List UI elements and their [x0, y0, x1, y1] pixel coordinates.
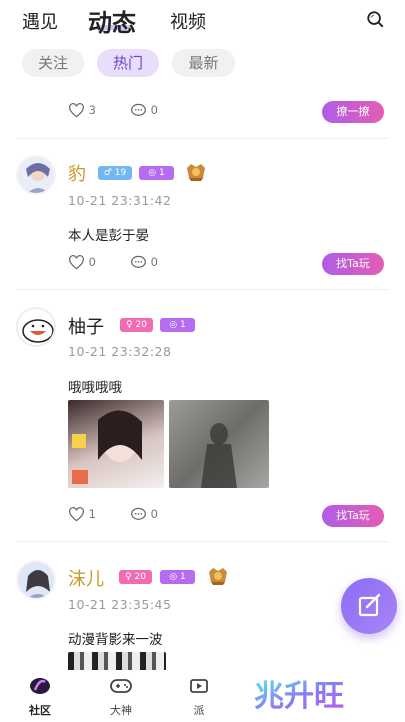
post-time: 10-21 23:32:28 [68, 344, 172, 359]
post-text: 哦哦哦哦 [68, 380, 122, 396]
post-time: 10-21 23:31:42 [68, 193, 172, 208]
post-time: 10-21 23:35:45 [68, 597, 172, 612]
level-value: 1 [158, 168, 165, 178]
nav-label: 社区 [29, 704, 51, 717]
find-ta-button[interactable]: 找Ta玩 [322, 505, 384, 527]
heart-icon [69, 255, 84, 270]
post-text: 动漫背影来一波 [68, 632, 163, 648]
like-count: 1 [88, 507, 96, 521]
watermark-text: 兆升旺 [254, 679, 344, 714]
chip-hot[interactable]: 热门 [97, 49, 159, 77]
watermark-logo: 兆升旺 [252, 668, 362, 718]
comment-action[interactable]: 0 [130, 507, 158, 522]
comment-icon [131, 507, 146, 520]
medal-icon [187, 164, 205, 181]
divider [16, 541, 389, 542]
like-action[interactable]: 1 [68, 507, 96, 522]
chip-follow[interactable]: 关注 [22, 49, 84, 77]
comment-icon [131, 255, 146, 268]
level-badge: ◎ 1 [160, 570, 195, 584]
dispatch-icon [190, 679, 208, 693]
nav-label: 大神 [110, 704, 132, 717]
top-bar: 遇见 动态 视频 [0, 0, 405, 40]
level-badge: ◎ 1 [160, 318, 195, 332]
avatar[interactable] [16, 560, 56, 600]
post-text: 本人是彭于晏 [68, 228, 149, 244]
gender-age-badge: ♀ 20 [120, 318, 153, 332]
community-icon [30, 678, 50, 694]
nav-master[interactable]: 大神 [96, 676, 146, 718]
tab-feed[interactable]: 动态 [88, 3, 136, 38]
username[interactable]: 柚子 [68, 313, 104, 339]
heart-icon [69, 103, 84, 118]
flirt-button[interactable]: 撩一撩 [322, 101, 384, 123]
heart-icon [69, 507, 84, 522]
compose-button[interactable] [341, 578, 397, 634]
nav-dispatch[interactable]: 派 [174, 676, 224, 718]
find-ta-button[interactable]: 找Ta玩 [322, 253, 384, 275]
level-value: 1 [179, 572, 186, 582]
level-value: 1 [179, 320, 186, 330]
like-action[interactable]: 0 [68, 255, 96, 270]
post-photo[interactable] [68, 652, 166, 672]
chip-latest[interactable]: 最新 [172, 49, 235, 77]
username[interactable]: 豹 [68, 160, 86, 186]
search-icon[interactable] [366, 10, 384, 28]
username[interactable]: 沫儿 [68, 565, 104, 591]
avatar[interactable] [16, 155, 56, 195]
comment-action[interactable]: 0 [130, 103, 158, 118]
avatar[interactable] [16, 307, 56, 347]
medal-icon [209, 568, 227, 585]
edit-icon [358, 593, 381, 617]
like-action[interactable]: 3 [68, 103, 96, 118]
gender-age-badge: ♀ 20 [119, 570, 152, 584]
gender-age-badge: ♂ 19 [98, 166, 132, 180]
post-photo[interactable] [68, 400, 164, 488]
gamepad-icon [110, 679, 132, 693]
filter-chips: 关注 热门 最新 [0, 49, 405, 77]
comment-icon [131, 103, 146, 116]
nav-community[interactable]: 社区 [15, 676, 65, 718]
comment-count: 0 [150, 103, 158, 117]
comment-count: 0 [150, 255, 158, 269]
tab-video[interactable]: 视频 [170, 8, 206, 34]
nav-label: 派 [193, 704, 205, 717]
tab-meet[interactable]: 遇见 [22, 8, 58, 34]
post-photo[interactable] [169, 400, 269, 488]
divider [16, 289, 389, 290]
like-count: 3 [88, 103, 96, 117]
comment-action[interactable]: 0 [130, 255, 158, 270]
like-count: 0 [88, 255, 96, 269]
divider [16, 138, 389, 139]
comment-count: 0 [150, 507, 158, 521]
level-badge: ◎ 1 [139, 166, 174, 180]
